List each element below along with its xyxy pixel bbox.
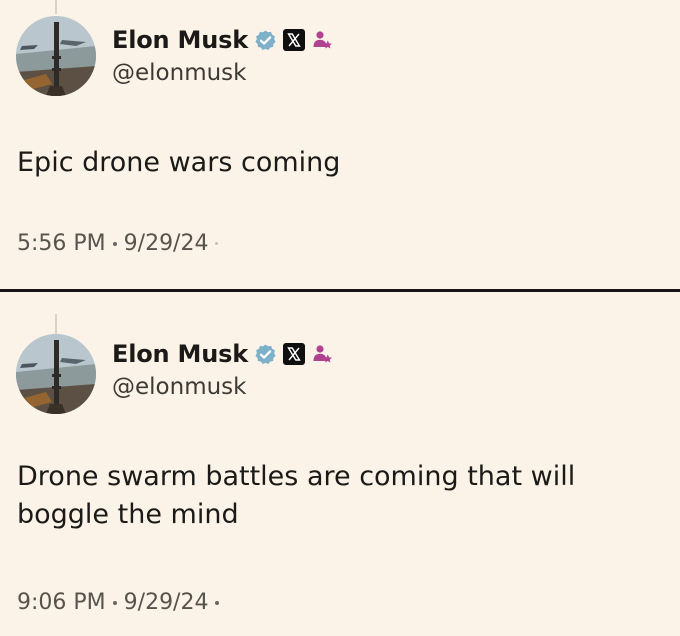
author-name[interactable]: Elon Musk	[112, 26, 248, 54]
rocket-launch-avatar-icon	[16, 334, 96, 414]
tweet-date: 9/29/24	[123, 231, 209, 256]
timestamp[interactable]: 9:06 PM 9/29/24	[17, 590, 220, 615]
tweet-text-line: Drone swarm battles are coming that will	[17, 461, 576, 492]
affiliate-icon	[311, 29, 333, 51]
tweet-text: Drone swarm battles are coming that will…	[17, 458, 575, 534]
avatar[interactable]	[16, 16, 96, 96]
avatar[interactable]	[16, 334, 96, 414]
verified-icon	[254, 29, 277, 52]
x-logo-icon	[282, 343, 305, 365]
tweet-date: 9/29/24	[123, 590, 209, 615]
thread-line	[55, 314, 57, 336]
author-name-row: Elon Musk	[112, 26, 333, 54]
author-name-row: Elon Musk	[112, 340, 333, 368]
separator-dot	[112, 241, 117, 246]
x-logo-icon	[282, 29, 305, 51]
separator-dot	[112, 600, 117, 605]
author-name[interactable]: Elon Musk	[112, 340, 248, 368]
author-handle[interactable]: @elonmusk	[112, 374, 246, 400]
timestamp[interactable]: 5:56 PM 9/29/24	[17, 231, 219, 256]
author-handle[interactable]: @elonmusk	[112, 60, 246, 86]
tweet-1[interactable]: Elon Musk @elonmusk Epic drone wars comi…	[0, 0, 680, 290]
separator-dot	[215, 242, 219, 245]
rocket-launch-avatar-icon	[16, 16, 96, 96]
divider	[0, 289, 680, 292]
tweet-time: 9:06 PM	[17, 590, 106, 615]
tweet-text-line: Epic drone wars coming	[17, 147, 341, 178]
affiliate-icon	[311, 343, 333, 365]
tweet-text: Epic drone wars coming	[17, 144, 340, 182]
tweet-text-line: boggle the mind	[17, 499, 239, 530]
tweet-2[interactable]: Elon Musk @elonmusk Drone swarm battles …	[0, 294, 680, 636]
tweet-time: 5:56 PM	[17, 231, 106, 256]
thread-line	[55, 0, 57, 14]
separator-dot	[215, 600, 220, 605]
verified-icon	[254, 343, 277, 366]
